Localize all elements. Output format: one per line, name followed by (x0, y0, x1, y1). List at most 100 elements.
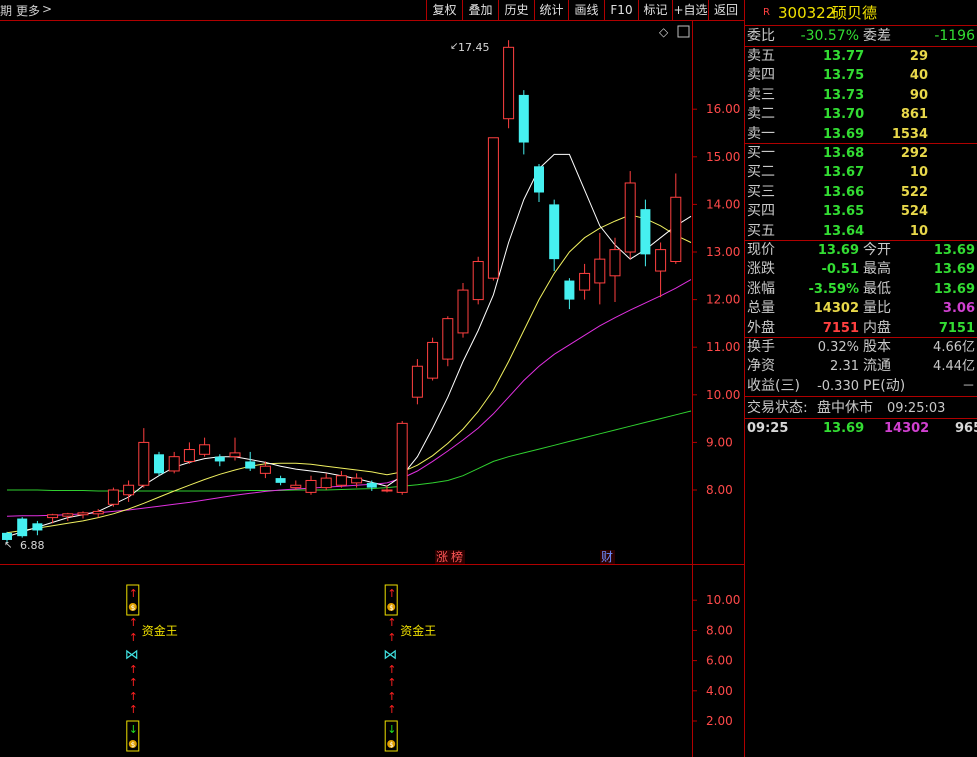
price-axis-label: 9.00 (706, 435, 733, 449)
up-arrow-icon: ↑ (129, 631, 138, 644)
candle-body (62, 513, 74, 517)
stat-value: -3.59% (808, 281, 860, 297)
low-arrow-icon: ↖ (4, 540, 12, 551)
ask-row: 卖四 13.75 40 (745, 66, 977, 85)
bid-volume: 10 (909, 165, 928, 181)
down-arrow-icon: ↓ (387, 723, 396, 736)
fundamental-label: PE(动) (863, 377, 906, 394)
fundamental-label: 换手 (747, 339, 775, 355)
stock-title: R 300322 硕贝德 (745, 4, 977, 24)
trade-status-value: 盘中休市 (817, 400, 873, 416)
candle-body (579, 272, 591, 291)
ask-label: 卖一 (747, 125, 775, 142)
fundamental-row: 净资 2.31 流通 4.44亿 (745, 357, 977, 376)
up-arrow-icon: ↑ (129, 690, 138, 703)
candle-body (427, 341, 439, 379)
ask-row: 卖三 13.73 90 (745, 86, 977, 105)
ma10-line (6, 214, 692, 534)
money-bag-icon: $ (389, 604, 393, 612)
kline-chart[interactable]: 16.00 15.00 14.00 13.00 12.00 11.00 10.00 9.00 8… (0, 0, 745, 757)
money-bag-icon: $ (389, 741, 393, 749)
stat-value: 14302 (813, 301, 859, 317)
diamond-icon: ◇ (659, 25, 669, 39)
up-arrow-icon: ↑ (387, 663, 396, 676)
event-marker: 榜 (451, 549, 463, 564)
price-axis-label: 14.00 (706, 197, 740, 211)
price-axis-label: 13.00 (706, 245, 740, 259)
bid-row: 买二 13.67 10 (745, 163, 977, 182)
ask-price: 13.69 (823, 126, 865, 142)
price-axis-label: 11.00 (706, 340, 740, 354)
up-arrow-icon: ↑ (129, 676, 138, 689)
candle-body (503, 46, 515, 120)
candle-body (229, 452, 241, 458)
candle-body (549, 204, 560, 260)
candle-body (640, 209, 651, 255)
candle-body (275, 478, 286, 483)
fundamental-value: 2.31 (830, 359, 859, 375)
ask-volume: 861 (900, 107, 928, 123)
candle-body (534, 166, 544, 193)
bid-row: 买一 13.68 292 (745, 144, 977, 163)
signal-label: 资金王 (400, 623, 436, 638)
low-price-annotation: 6.88 (20, 539, 45, 552)
candle-body (457, 289, 469, 334)
bid-row: 买五 13.64 10 (745, 222, 977, 241)
ask-price: 13.70 (823, 107, 865, 123)
candle-body (518, 94, 529, 143)
fundamental-value: 4.44亿 (933, 359, 975, 375)
window-square-icon (677, 25, 690, 38)
ask-label: 卖三 (747, 86, 775, 103)
stat-row: 涨幅 -3.59% 最低 13.69 (745, 280, 977, 299)
ma5-line (6, 153, 692, 538)
bid-row: 买四 13.65 524 (745, 202, 977, 221)
candle-body (411, 365, 423, 398)
candle-body (214, 456, 225, 462)
candle-body (138, 441, 150, 486)
stat-label: 涨跌 (747, 261, 775, 278)
fundamental-row: 换手 0.32% 股本 4.66亿 (745, 338, 977, 357)
bid-label: 买三 (747, 183, 775, 200)
fundamental-value: 0.32% (817, 340, 859, 355)
stat-row: 总量 14302 量比 3.06 (745, 299, 977, 318)
candle-body (259, 465, 271, 474)
up-arrow-icon: ↑ (387, 703, 396, 716)
trade-status-time: 09:25:03 (887, 401, 946, 416)
ask-row: 卖二 13.70 861 (745, 105, 977, 124)
ask-label: 卖四 (747, 67, 775, 84)
ask-volume: 90 (909, 87, 928, 103)
tick-row: 09:25 13.69 14302 965 (745, 419, 977, 438)
stat-label: 量比 (863, 300, 891, 317)
candle-body (245, 461, 256, 469)
candle-body (183, 449, 195, 462)
weibi-row: 委比 -30.57% 委差 -1196 (745, 27, 977, 46)
up-arrow-icon: ↑ (387, 616, 396, 629)
stat-label: 现价 (747, 242, 775, 258)
high-arrow-icon: ↙ (450, 41, 458, 52)
weibi-value: -30.57% (800, 28, 859, 44)
candle-body (594, 258, 606, 284)
fundamental-label: 收益(三) (747, 377, 800, 394)
stat-value: 13.69 (933, 243, 975, 258)
candle-body (305, 479, 317, 493)
fundamental-row: 收益(三) -0.330 PE(动) － (745, 377, 977, 396)
ask-label: 卖二 (747, 106, 775, 123)
stat-value: 13.69 (817, 243, 859, 258)
up-arrow-icon: ↑ (387, 676, 396, 689)
candle-body (655, 249, 667, 272)
bid-price: 13.67 (823, 165, 865, 181)
stat-row: 现价 13.69 今开 13.69 (745, 241, 977, 260)
money-bag-icon: $ (131, 741, 135, 749)
ask-row: 卖一 13.69 1534 (745, 125, 977, 144)
event-marker: 涨 (436, 549, 448, 564)
candle-body (335, 475, 347, 486)
fundamental-value: 4.66亿 (933, 340, 975, 355)
candle-body (366, 482, 377, 488)
ask-price: 13.77 (823, 49, 865, 64)
stat-label: 今开 (863, 242, 891, 258)
ask-row: 卖五 13.77 29 (745, 47, 977, 66)
money-bag-icon: $ (131, 604, 135, 612)
stat-value: 7151 (938, 320, 975, 336)
up-arrow-icon: ↑ (129, 616, 138, 629)
stat-value: -0.51 (821, 262, 859, 278)
